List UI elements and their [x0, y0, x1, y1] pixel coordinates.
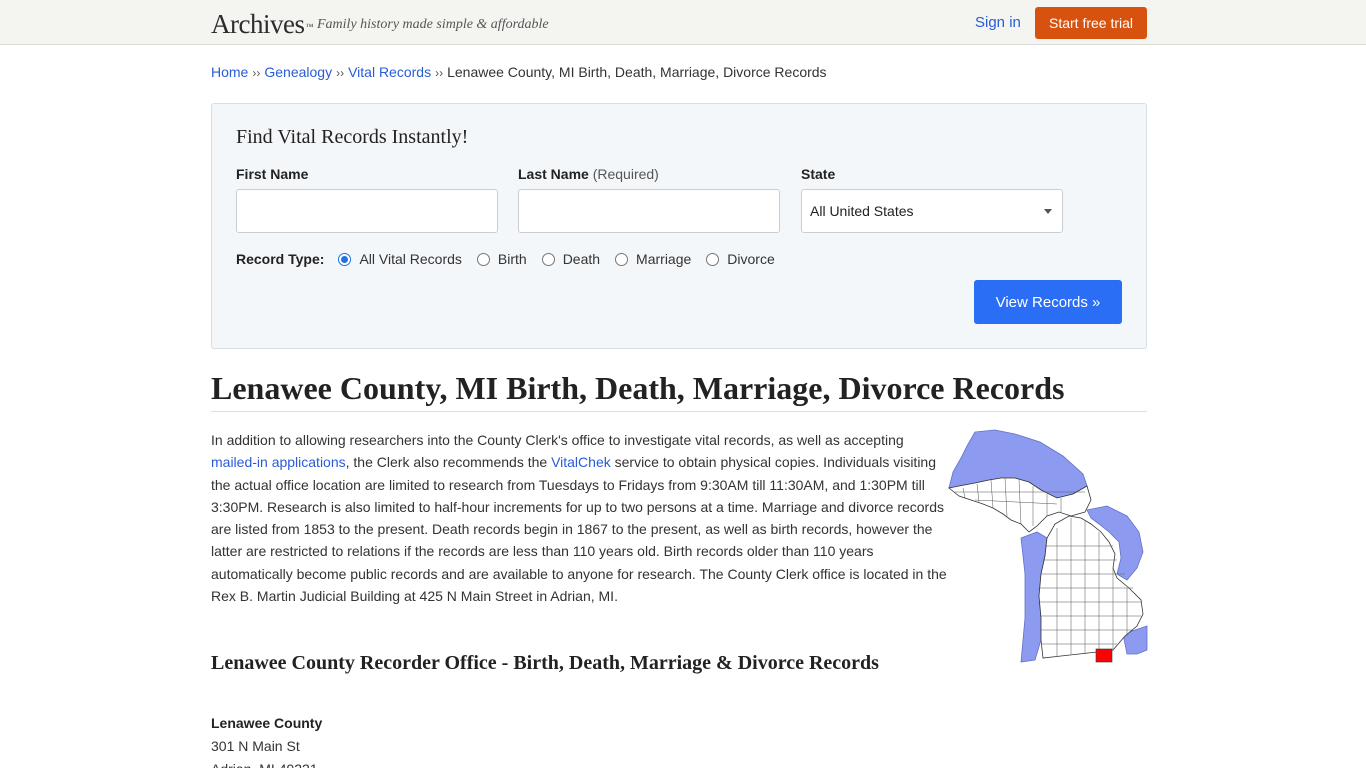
breadcrumb-vital-records[interactable]: Vital Records: [348, 64, 431, 80]
vital-records-search-form: Find Vital Records Instantly! First Name…: [211, 103, 1147, 349]
first-name-field-box: [236, 189, 498, 233]
search-form-title: Find Vital Records Instantly!: [236, 126, 469, 148]
title-divider: [211, 411, 1147, 412]
recorder-office-heading: Lenawee County Recorder Office - Birth, …: [211, 652, 879, 674]
address-line-2: Adrian, MI 49221: [211, 758, 322, 768]
state-label: State: [801, 166, 836, 182]
first-name-input[interactable]: [237, 190, 497, 232]
office-name: Lenawee County: [211, 715, 323, 731]
breadcrumb-genealogy[interactable]: Genealogy: [264, 64, 332, 80]
start-free-trial-button[interactable]: Start free trial: [1035, 7, 1147, 39]
top-bar: Archives™ Family history made simple & a…: [0, 0, 1366, 45]
mailed-in-applications-link[interactable]: mailed-in applications: [211, 454, 346, 470]
record-type-death[interactable]: Death: [541, 251, 600, 267]
site-logo[interactable]: Archives™: [211, 9, 313, 39]
michigan-county-map: [948, 429, 1148, 663]
office-address: Lenawee County 301 N Main St Adrian, MI …: [211, 712, 322, 768]
state-select-value: All United States: [810, 203, 914, 219]
last-name-label: Last Name (Required): [518, 166, 659, 182]
site-tagline: Family history made simple & affordable: [317, 17, 549, 32]
address-line-1: 301 N Main St: [211, 738, 300, 754]
sign-in-link[interactable]: Sign in: [975, 14, 1021, 31]
lenawee-county-highlight: [1095, 648, 1113, 663]
radio-button-selected[interactable]: [338, 252, 352, 266]
last-name-field-box: [518, 189, 780, 233]
record-type-divorce[interactable]: Divorce: [706, 251, 775, 267]
breadcrumb-home[interactable]: Home: [211, 64, 248, 80]
radio-button[interactable]: [541, 252, 555, 266]
radio-button[interactable]: [706, 252, 720, 266]
intro-paragraph: In addition to allowing researchers into…: [211, 432, 947, 605]
breadcrumb-separator: ››: [336, 66, 345, 80]
record-type-birth[interactable]: Birth: [476, 251, 527, 267]
first-name-label: First Name: [236, 166, 309, 182]
radio-button[interactable]: [476, 252, 490, 266]
page-title: Lenawee County, MI Birth, Death, Marriag…: [211, 370, 1065, 406]
breadcrumb-separator: ››: [435, 66, 444, 80]
vitalchek-link[interactable]: VitalChek: [551, 454, 611, 470]
view-records-button[interactable]: View Records »: [974, 280, 1122, 324]
radio-button[interactable]: [615, 252, 629, 266]
chevron-down-icon: [1044, 209, 1052, 214]
required-hint: (Required): [592, 166, 659, 182]
state-select[interactable]: All United States: [801, 189, 1063, 233]
record-type-label: Record Type:: [236, 251, 325, 267]
breadcrumb-current: Lenawee County, MI Birth, Death, Marriag…: [447, 64, 827, 80]
last-name-input[interactable]: [519, 190, 779, 232]
record-type-all[interactable]: All Vital Records: [338, 251, 462, 267]
breadcrumb: Home ›› Genealogy ›› Vital Records ›› Lenawee …: [211, 64, 827, 80]
breadcrumb-separator: ››: [252, 66, 261, 80]
record-type-marriage[interactable]: Marriage: [615, 251, 691, 267]
record-type-group: Record Type: All Vital Records Birth Dea…: [236, 251, 790, 267]
